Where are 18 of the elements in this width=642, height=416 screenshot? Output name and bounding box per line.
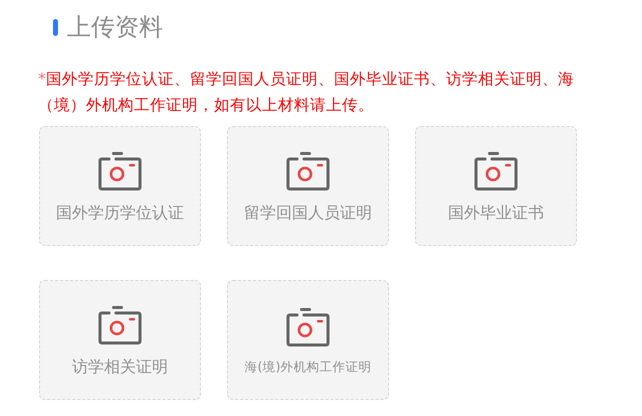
camera-icon	[286, 307, 330, 348]
upload-label: 访学相关证明	[72, 356, 168, 378]
upload-card[interactable]: 国外学历学位认证	[39, 126, 201, 246]
upload-card[interactable]: 海(境)外机构工作证明	[227, 280, 389, 400]
upload-note: *国外学历学位认证、留学回国人员证明、国外毕业证书、访学相关证明、海（境）外机构工作证明，如有以上材料请上传。	[38, 69, 575, 116]
camera-icon	[98, 151, 142, 191]
camera-icon	[286, 151, 330, 191]
upload-label: 留学回国人员证明	[244, 202, 372, 224]
section-title: 上传资料	[67, 15, 163, 39]
upload-label: 国外毕业证书	[448, 202, 544, 224]
upload-card[interactable]: 留学回国人员证明	[227, 126, 389, 246]
camera-icon	[474, 151, 518, 191]
upload-card[interactable]: 访学相关证明	[39, 280, 201, 400]
camera-icon	[98, 305, 142, 345]
upload-card[interactable]: 国外毕业证书	[415, 126, 577, 246]
upload-label: 国外学历学位认证	[56, 202, 184, 224]
section-marker	[53, 18, 58, 36]
upload-label: 海(境)外机构工作证明	[244, 358, 372, 376]
